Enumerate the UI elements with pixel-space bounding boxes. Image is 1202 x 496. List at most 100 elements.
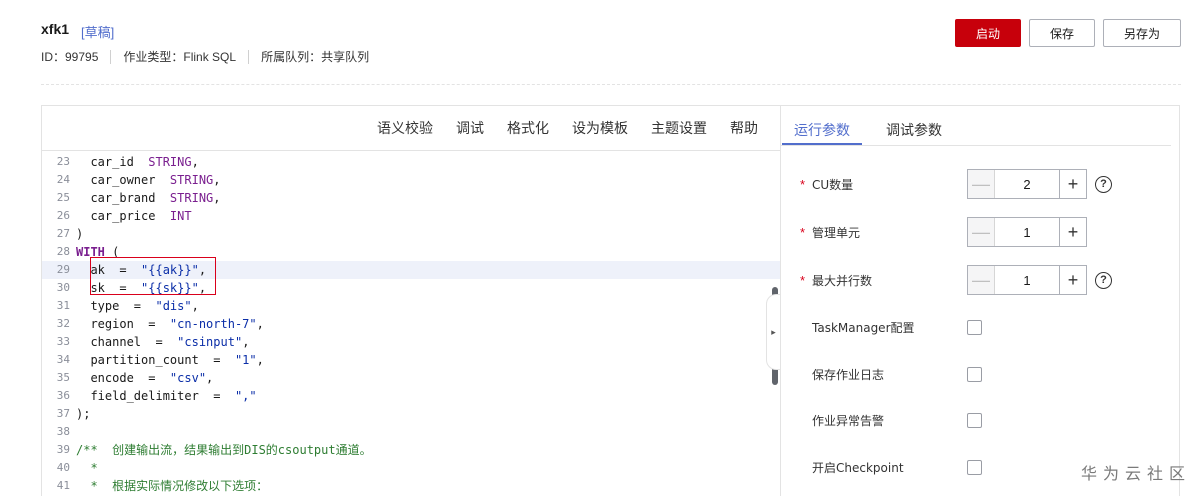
- code-line[interactable]: 32 region = "cn-north-7",: [42, 315, 780, 333]
- meta-divider: [248, 49, 250, 64]
- job-status-badge: [草稿]: [81, 25, 115, 40]
- line-content: field_delimiter = ",": [76, 387, 256, 405]
- toolbar-help[interactable]: 帮助: [730, 118, 758, 138]
- line-content: car_price INT: [76, 207, 191, 225]
- code-token: "dis": [155, 299, 192, 313]
- code-token: ,: [256, 353, 264, 367]
- save-button[interactable]: 保存: [1029, 19, 1095, 47]
- code-token: "csv": [169, 371, 207, 385]
- code-token: ,: [256, 317, 264, 331]
- stepper-value-input[interactable]: 1: [995, 218, 1059, 246]
- tabs-divider: [781, 145, 1171, 146]
- code-token: /** 创建输出流，结果输出到DIS的csoutput通道。: [76, 443, 372, 457]
- code-line[interactable]: 38: [42, 423, 780, 441]
- line-content: *: [76, 459, 98, 477]
- help-icon[interactable]: ?: [1095, 271, 1112, 289]
- line-number: 33: [56, 335, 70, 348]
- param-checkbox[interactable]: [967, 319, 982, 335]
- code-token: ,: [213, 191, 221, 205]
- sql-editor: 语义校验 调试 格式化 设为模板 主题设置 帮助 42 * channel：数据…: [42, 106, 780, 496]
- line-content: * 根据实际情况修改以下选项：: [76, 477, 268, 495]
- param-stepper: —2 +: [967, 169, 1087, 199]
- code-line[interactable]: 26 car_price INT: [42, 207, 780, 225]
- tab-run-params[interactable]: 运行参数: [782, 106, 862, 146]
- code-line[interactable]: 31 type = "dis",: [42, 297, 780, 315]
- code-token: STRING: [169, 191, 214, 205]
- code-token: type =: [76, 299, 156, 313]
- param-stepper: —1 +: [967, 217, 1087, 247]
- code-token: car_id: [76, 155, 149, 169]
- line-number: 28: [56, 245, 70, 258]
- code-line[interactable]: 25 car_brand STRING,: [42, 189, 780, 207]
- code-token: ,: [242, 335, 250, 349]
- start-button[interactable]: 启动: [955, 19, 1021, 47]
- param-label: 管理单元: [812, 225, 861, 240]
- code-line[interactable]: 33 channel = "csinput",: [42, 333, 780, 351]
- line-content: region = "cn-north-7",: [76, 315, 264, 333]
- param-row: * 管理单元 —1 +: [800, 217, 1180, 247]
- toolbar-format[interactable]: 格式化: [507, 118, 549, 138]
- code-area[interactable]: 42 * channel：数据所在通道名41 * 根据实际情况修改以下选项：40…: [42, 150, 780, 496]
- toolbar-theme-settings[interactable]: 主题设置: [651, 118, 707, 138]
- caret-right-icon: ▸: [771, 326, 776, 337]
- increment-button[interactable]: +: [1059, 266, 1086, 294]
- code-line[interactable]: 40 *: [42, 459, 780, 477]
- toolbar-set-template[interactable]: 设为模板: [572, 118, 628, 138]
- line-number: 23: [56, 155, 70, 168]
- code-line[interactable]: 36 field_delimiter = ",": [42, 387, 780, 405]
- line-number: 39: [56, 443, 70, 456]
- code-token: );: [76, 407, 91, 421]
- code-line[interactable]: 34 partition_count = "1",: [42, 351, 780, 369]
- line-content: /** 创建输出流，结果输出到DIS的csoutput通道。: [76, 441, 372, 459]
- code-token: STRING: [169, 173, 214, 187]
- collapse-panel-button[interactable]: ▸: [766, 294, 780, 370]
- stepper-value-input[interactable]: 1: [995, 266, 1059, 294]
- code-token: region =: [76, 317, 170, 331]
- code-line[interactable]: 35 encode = "csv",: [42, 369, 780, 387]
- code-token: "cn-north-7": [169, 317, 257, 331]
- line-number: 30: [56, 281, 70, 294]
- tab-debug-params[interactable]: 调试参数: [886, 106, 942, 146]
- toolbar-semantic-check[interactable]: 语义校验: [377, 118, 433, 138]
- line-number: 29: [56, 263, 70, 276]
- code-line[interactable]: 37);: [42, 405, 780, 423]
- param-row: * 最大并行数 —1 +?: [800, 265, 1180, 295]
- code-token: ,: [191, 299, 199, 313]
- param-label: TaskManager配置: [812, 320, 915, 335]
- increment-button[interactable]: +: [1059, 218, 1086, 246]
- decrement-button[interactable]: —: [968, 266, 995, 294]
- line-content: car_brand STRING,: [76, 189, 221, 207]
- code-token: STRING: [148, 155, 192, 169]
- code-token: ,: [213, 173, 221, 187]
- param-stepper: —1 +: [967, 265, 1087, 295]
- line-content: );: [76, 405, 90, 423]
- job-queue: 所属队列：共享队列: [261, 50, 370, 64]
- code-line[interactable]: 23 car_id STRING,: [42, 153, 780, 171]
- code-token: * 根据实际情况修改以下选项：: [76, 479, 269, 493]
- decrement-button[interactable]: —: [968, 218, 995, 246]
- param-label: 作业异常告警: [812, 413, 885, 428]
- code-line[interactable]: 41 * 根据实际情况修改以下选项：: [42, 477, 780, 495]
- help-icon[interactable]: ?: [1095, 175, 1112, 193]
- param-checkbox[interactable]: [967, 459, 982, 475]
- line-number: 25: [56, 191, 70, 204]
- increment-button[interactable]: +: [1059, 170, 1086, 198]
- stepper-value-input[interactable]: 2: [995, 170, 1059, 198]
- param-label: 开启Checkpoint: [812, 460, 904, 475]
- code-line[interactable]: 24 car_owner STRING,: [42, 171, 780, 189]
- param-checkbox[interactable]: [967, 366, 982, 382]
- line-content: car_owner STRING,: [76, 171, 221, 189]
- param-label: 保存作业日志: [812, 367, 885, 382]
- toolbar-debug[interactable]: 调试: [456, 118, 484, 138]
- line-content: channel = "csinput",: [76, 333, 249, 351]
- line-number: 37: [56, 407, 70, 420]
- decrement-button[interactable]: —: [968, 170, 995, 198]
- code-token: *: [76, 461, 98, 475]
- watermark: 华为云社区: [1081, 464, 1192, 483]
- code-line[interactable]: 39 /** 创建输出流，结果输出到DIS的csoutput通道。: [42, 441, 780, 459]
- job-editor-panel: 语义校验 调试 格式化 设为模板 主题设置 帮助 42 * channel：数据…: [41, 105, 1180, 496]
- param-checkbox[interactable]: [967, 412, 982, 428]
- line-number: 31: [56, 299, 70, 312]
- code-line[interactable]: 27): [42, 225, 780, 243]
- save-as-button[interactable]: 另存为: [1103, 19, 1181, 47]
